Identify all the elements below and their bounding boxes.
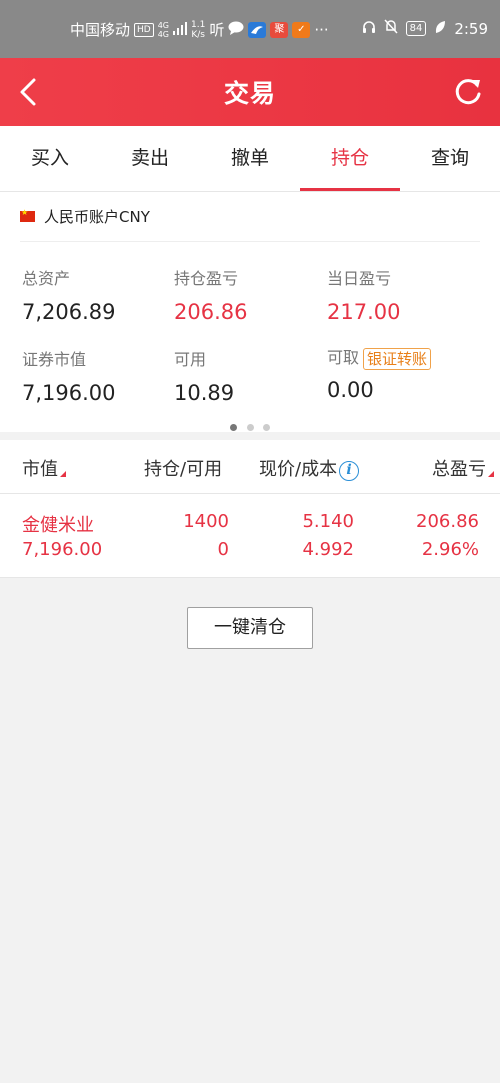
total-profit: 206.86 (416, 511, 479, 532)
stat-market-value: 证券市值 7,196.00 (22, 346, 116, 405)
check-app-icon: ✓ (292, 21, 311, 38)
stat-value: 7,196.00 (22, 381, 116, 405)
app-header: 交易 (0, 58, 500, 126)
account-label: 人民币账户CNY (44, 208, 150, 226)
status-right: 84 2:59 (362, 19, 488, 38)
stat-position-pl: 持仓盈亏 206.86 (174, 265, 247, 324)
col-market-value[interactable]: 市值 (22, 455, 66, 481)
col-price-cost: 现价/成本 i (259, 455, 360, 481)
status-bar: 中国移动 HD 4G 4G 1.1 K/s 听 聚 ✓ ··· 84 2:59 (0, 0, 500, 58)
page-indicator (0, 416, 500, 435)
page-dot (262, 424, 270, 431)
signal-bars-icon (173, 21, 188, 39)
tab-positions[interactable]: 持仓 (300, 126, 400, 191)
china-flag-icon (20, 208, 35, 222)
stat-withdrawable: 可取 银证转账 0.00 (327, 344, 432, 402)
securities-app-icon: 聚 (270, 21, 289, 38)
stat-daily-pl: 当日盈亏 217.00 (327, 265, 400, 324)
positions-table-header: 市值 持仓/可用 现价/成本 i 总盈亏 (0, 440, 500, 494)
clear-all-positions-button[interactable]: 一键清仓 (187, 607, 313, 649)
tab-buy[interactable]: 买入 (0, 126, 100, 191)
table-row[interactable]: 金健米业 7,196.00 1400 0 5.140 4.992 206.86 … (0, 494, 500, 578)
page-dot (246, 424, 254, 431)
carrier-name: 中国移动 (70, 21, 131, 39)
status-left: 中国移动 HD 4G 4G 1.1 K/s 听 聚 ✓ ··· (70, 19, 329, 40)
position-qty: 1400 (183, 511, 229, 532)
stat-label: 当日盈亏 (327, 269, 392, 288)
cost-price: 4.992 (302, 539, 354, 560)
bank-transfer-button[interactable]: 银证转账 (363, 347, 432, 370)
stat-value: 217.00 (327, 300, 401, 324)
col-position: 持仓/可用 (144, 459, 223, 480)
battery-icon: 84 (405, 21, 427, 36)
sort-icon (60, 471, 66, 477)
stat-label: 可取 银证转账 (327, 344, 432, 370)
stat-value: 7,206.89 (22, 300, 116, 324)
refresh-button[interactable] (448, 72, 488, 112)
current-price: 5.140 (302, 511, 354, 532)
headset-icon (362, 20, 376, 38)
tab-query[interactable]: 查询 (400, 126, 500, 191)
tab-sell[interactable]: 卖出 (100, 126, 200, 191)
more-notifications-icon: ··· (314, 20, 329, 39)
available-qty: 0 (217, 539, 229, 560)
stat-total-assets: 总资产 7,206.89 (22, 265, 116, 324)
app-notification-icon (248, 21, 267, 38)
stat-value: 206.86 (174, 300, 248, 324)
stat-label: 证券市值 (22, 350, 87, 369)
stat-value: 10.89 (174, 381, 235, 405)
stock-name: 金健米业 (22, 515, 94, 536)
account-summary: 人民币账户CNY 总资产 7,206.89 持仓盈亏 206.86 当日盈亏 2… (0, 192, 500, 432)
page-title: 交易 (223, 79, 276, 108)
clock-time: 2:59 (454, 19, 488, 38)
chat-bubble-icon (228, 21, 244, 39)
stat-label: 可用 (174, 350, 207, 369)
market-value: 7,196.00 (22, 539, 103, 560)
refresh-icon (455, 79, 481, 105)
ting-icon: 听 (209, 21, 225, 39)
stat-available: 可用 10.89 (174, 346, 234, 405)
account-header: 人民币账户CNY (20, 192, 480, 242)
stat-label: 总资产 (22, 269, 71, 288)
page-dot (230, 424, 238, 431)
col-total-pl[interactable]: 总盈亏 (432, 455, 494, 481)
profit-percent: 2.96% (421, 539, 479, 560)
leaf-icon (434, 20, 446, 38)
trade-tabs: 买入 卖出 撤单 持仓 查询 (0, 126, 500, 192)
sort-icon (488, 471, 494, 477)
signal-icon: 4G 4G (157, 20, 170, 39)
stat-value: 0.00 (327, 377, 374, 402)
mute-bell-icon (384, 19, 398, 38)
tab-cancel[interactable]: 撤单 (200, 126, 300, 191)
stat-label: 持仓盈亏 (174, 269, 239, 288)
hd-icon: HD (134, 22, 154, 37)
network-speed: 1.1 K/s (191, 19, 206, 40)
info-icon[interactable]: i (339, 461, 360, 481)
